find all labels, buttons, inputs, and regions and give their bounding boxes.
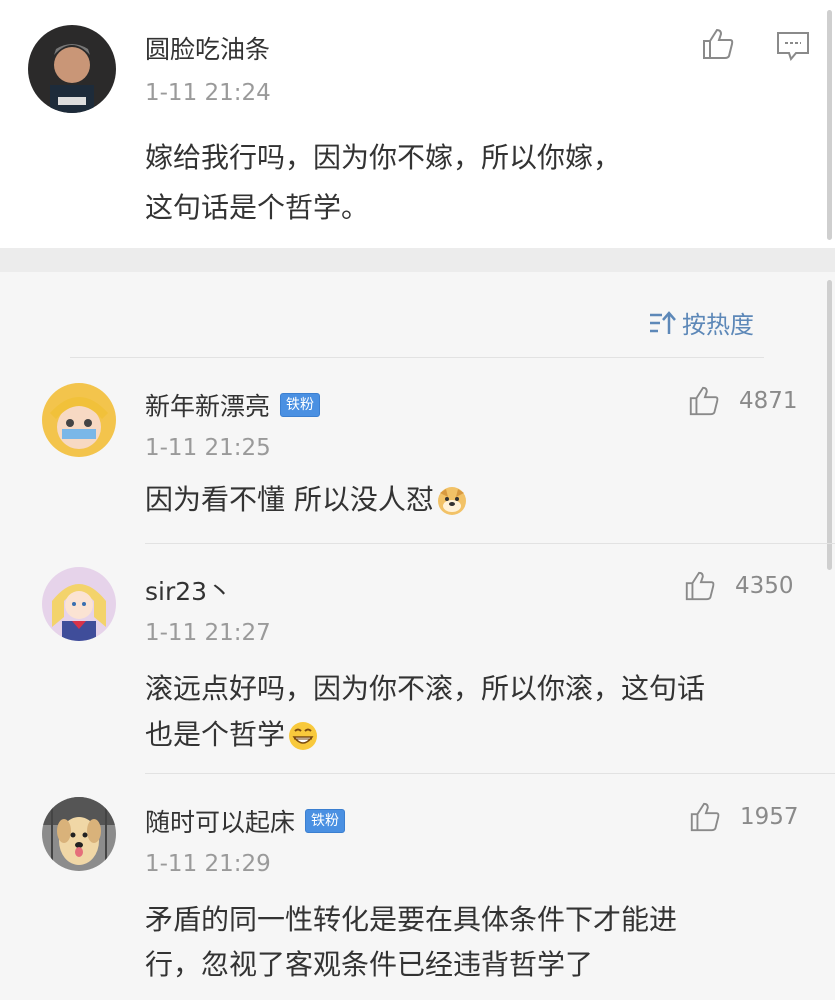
sort-by-hot-button[interactable]: 按热度 — [648, 305, 754, 340]
fan-badge: 铁粉 — [305, 809, 346, 833]
comment-time: 1-11 21:25 — [145, 435, 271, 461]
sort-icon — [650, 310, 676, 334]
comment-text-line: 也是个哲学 — [145, 718, 286, 751]
like-count: 4350 — [735, 573, 794, 599]
thumbs-up-icon[interactable] — [700, 26, 736, 62]
username-text[interactable]: 随时可以起床 — [145, 803, 295, 839]
sort-label: 按热度 — [682, 311, 754, 339]
comment-username[interactable]: sir23丶 — [145, 572, 232, 608]
scrollbar[interactable] — [827, 10, 832, 240]
comment-text-line1: 滚远点好吗，因为你不滚，所以你滚，这句话 — [145, 672, 706, 705]
comment-username[interactable]: 新年新漂亮 铁粉 — [145, 387, 321, 423]
comment-icon[interactable] — [776, 31, 810, 61]
comment-time: 1-11 21:29 — [145, 851, 271, 877]
avatar[interactable] — [28, 25, 116, 113]
avatar[interactable] — [42, 383, 116, 457]
doge-icon — [437, 487, 466, 515]
grin-icon — [289, 722, 318, 750]
avatar[interactable] — [42, 797, 116, 871]
thumbs-up-icon — [690, 802, 720, 832]
comment-time: 1-11 21:27 — [145, 620, 271, 646]
comment-text-line1: 矛盾的同一性转化是要在具体条件下才能进 — [145, 903, 678, 936]
like-button[interactable]: 1957 — [688, 800, 799, 834]
divider — [70, 357, 764, 358]
comment-text: 也是个哲学 — [145, 710, 319, 760]
thumbs-up-icon — [685, 571, 715, 601]
like-count: 1957 — [740, 804, 799, 830]
divider — [145, 543, 835, 544]
post-text-line1: 嫁给我行吗，因为你不嫁，所以你嫁， — [145, 141, 622, 174]
thumbs-up-icon — [689, 386, 719, 416]
divider — [145, 773, 835, 774]
username-text[interactable]: sir23丶 — [145, 572, 232, 608]
like-button[interactable]: 4350 — [683, 569, 794, 603]
like-button[interactable]: 4871 — [687, 384, 798, 418]
fan-badge: 铁粉 — [280, 393, 321, 417]
like-count: 4871 — [739, 388, 798, 414]
section-divider — [0, 248, 835, 272]
post-username[interactable]: 圆脸吃油条 — [145, 30, 270, 66]
comment-text-line2: 行，忽视了客观条件已经违背哲学了 — [145, 948, 594, 981]
post-time: 1-11 21:24 — [145, 80, 271, 106]
post-text-line2: 这句话是个哲学。 — [145, 191, 370, 224]
username-text[interactable]: 新年新漂亮 — [145, 387, 270, 423]
avatar[interactable] — [42, 567, 116, 641]
scrollbar[interactable] — [827, 280, 832, 570]
comment-text-line: 因为看不懂 所以没人怼 — [145, 483, 434, 516]
comment-username[interactable]: 随时可以起床 铁粉 — [145, 803, 346, 839]
comment-text: 因为看不懂 所以没人怼 — [145, 475, 468, 525]
